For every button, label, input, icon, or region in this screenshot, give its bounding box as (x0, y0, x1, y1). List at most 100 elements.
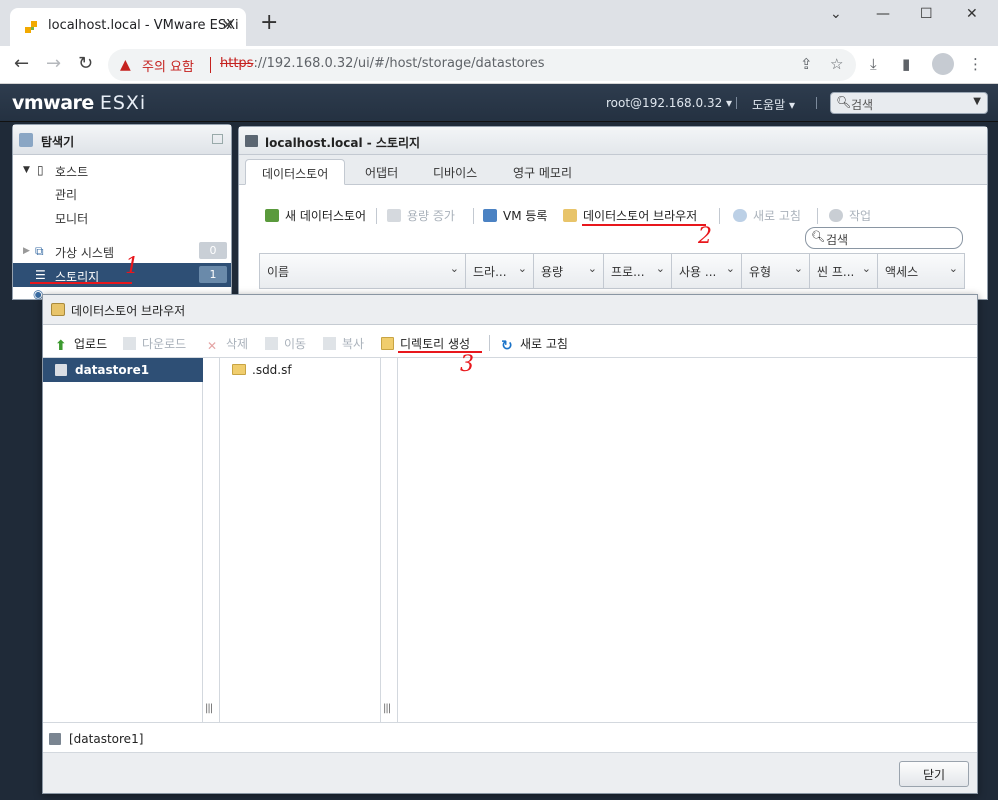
new-datastore-icon (265, 209, 279, 222)
side-panel-icon[interactable]: ▮ (902, 55, 910, 73)
upload-button[interactable]: ⬆ 업로드 (55, 335, 107, 354)
action-label: 용량 증가 (407, 209, 455, 223)
register-vm-button[interactable]: VM 등록 (483, 207, 547, 224)
tab-search-chevron-icon[interactable]: ⌄ (830, 6, 842, 22)
create-directory-button[interactable]: 디렉토리 생성 (381, 335, 470, 352)
address-bar[interactable]: ▲ 주의 요함 https://192.168.0.32/ui/#/host/s… (108, 49, 856, 81)
pane-resize-handle[interactable]: ||| (205, 703, 213, 714)
column-label: 액세스 (885, 265, 919, 279)
maximize-icon[interactable]: ☐ (920, 6, 933, 22)
column-free[interactable]: 사용 ... ⌄ (672, 254, 742, 288)
chevron-down-icon[interactable]: ⌄ (656, 262, 665, 275)
tab-devices[interactable]: 디바이스 (417, 159, 493, 185)
expand-arrow-icon[interactable]: ▶ (23, 246, 30, 256)
new-datastore-button[interactable]: 새 데이터스토어 (265, 207, 366, 224)
url-text[interactable]: https://192.168.0.32/ui/#/host/storage/d… (220, 56, 544, 71)
toolbar-label: 이동 (284, 337, 307, 351)
increase-capacity-icon (387, 209, 401, 222)
sidebar-item-virtual-machines[interactable]: ▶ ⧉ 가상 시스템 0 (13, 239, 231, 263)
window-close-icon[interactable]: ✕ (966, 6, 978, 22)
search-icon: 🔍︎ (811, 230, 825, 243)
column-drive-type[interactable]: 드라... ⌄ (466, 254, 534, 288)
action-label: 새 데이터스토어 (285, 209, 367, 223)
annotation-number-3: 3 (460, 352, 474, 377)
column-access[interactable]: 액세스 ⌄ (878, 254, 964, 288)
toolbar-label: 복사 (342, 337, 365, 351)
column-label: 드라... (473, 265, 507, 279)
dialog-refresh-button[interactable]: ↻ 새로 고침 (501, 335, 568, 354)
forward-icon[interactable]: → (46, 54, 61, 74)
annotation-underline-2 (582, 224, 706, 226)
browser-titlebar: localhost.local - VMware ESXi ✕ + ⌄ — ☐ … (0, 0, 998, 46)
browser-menu-icon[interactable]: ⋮ (968, 55, 983, 73)
tab-adapters[interactable]: 어댑터 (349, 159, 414, 185)
actions-button[interactable]: 작업 (829, 207, 871, 224)
datastore-icon (55, 364, 67, 376)
column-label: 용량 (541, 265, 564, 279)
toolbar-label: 디렉토리 생성 (400, 337, 471, 351)
column-capacity[interactable]: 용량 ⌄ (534, 254, 604, 288)
sidebar-item-monitor[interactable]: 모니터 (13, 205, 231, 229)
reload-icon[interactable]: ↻ (78, 54, 93, 74)
pane-resize-handle[interactable]: ||| (383, 703, 391, 714)
chevron-down-icon[interactable]: ⌄ (726, 262, 735, 275)
minimize-icon[interactable]: — (876, 6, 890, 22)
tab-persistent-memory[interactable]: 영구 메모리 (497, 159, 588, 185)
current-path: [datastore1] (69, 732, 144, 746)
column-thin-provisioning[interactable]: 씬 프... ⌄ (810, 254, 878, 288)
increase-capacity-button[interactable]: 용량 증가 (387, 207, 455, 224)
vm-icon: ⧉ (35, 244, 44, 258)
sidebar-item-host[interactable]: ▼ ▯ 호스트 (13, 158, 231, 182)
datastore-search-input[interactable]: 🔍︎ 검색 (805, 227, 963, 249)
column-provisioned[interactable]: 프로... ⌄ (604, 254, 672, 288)
user-menu[interactable]: root@192.168.0.32 ▾ (606, 96, 732, 110)
header-search-input[interactable]: 🔍︎ 검색 ▼ (830, 92, 988, 114)
chevron-down-icon[interactable]: ⌄ (588, 262, 597, 275)
minimize-panel-icon[interactable] (212, 134, 223, 144)
back-icon[interactable]: ← (14, 54, 29, 74)
tab-datastores[interactable]: 데이터스토어 (245, 159, 346, 185)
share-icon[interactable]: ⇪ (800, 55, 813, 73)
browser-tab[interactable]: localhost.local - VMware ESXi ✕ (10, 8, 246, 46)
navigator-header: 탐색기 (13, 125, 231, 155)
toolbar-label: 다운로드 (142, 337, 187, 351)
bookmark-star-icon[interactable]: ☆ (830, 55, 843, 73)
column-type[interactable]: 유형 ⌄ (742, 254, 810, 288)
column-name[interactable]: 이름 ⌄ (260, 254, 466, 288)
security-warning[interactable]: 주의 요함 (142, 56, 194, 75)
move-icon (265, 337, 278, 350)
folder-name: .sdd.sf (252, 363, 292, 377)
refresh-button[interactable]: 새로 고침 (733, 207, 801, 224)
delete-button[interactable]: ✕ 삭제 (207, 335, 248, 353)
chevron-down-icon[interactable]: ⌄ (518, 262, 527, 275)
close-button[interactable]: 닫기 (899, 761, 969, 787)
profile-avatar[interactable] (932, 53, 954, 75)
download-icon[interactable]: ⤓ (870, 55, 877, 73)
copy-button[interactable]: 복사 (323, 335, 364, 352)
datastore-list-item[interactable]: datastore1 (43, 358, 203, 382)
file-list-pane (397, 358, 975, 722)
chevron-down-icon[interactable]: ⌄ (794, 262, 803, 275)
chevron-down-icon[interactable]: ⌄ (450, 262, 459, 275)
sidebar-item-manage[interactable]: 관리 (13, 181, 231, 205)
download-icon (123, 337, 136, 350)
expand-arrow-icon[interactable]: ▼ (23, 165, 30, 175)
datastore-browser-button[interactable]: 데이터스토어 브라우저 (563, 207, 697, 224)
chevron-down-icon[interactable]: ⌄ (862, 262, 871, 275)
folder-list-item[interactable]: .sdd.sf (232, 363, 292, 377)
download-button[interactable]: 다운로드 (123, 335, 186, 352)
vmware-favicon-icon (25, 21, 37, 33)
chevron-down-icon[interactable]: ⌄ (949, 262, 958, 275)
action-separator (473, 208, 474, 224)
tab-title: localhost.local - VMware ESXi (48, 18, 239, 33)
move-button[interactable]: 이동 (265, 335, 306, 352)
help-menu[interactable]: 도움말 ▾ (752, 96, 795, 113)
dialog-title: 데이터스토어 브라우저 (71, 304, 186, 318)
datastore-icon (49, 733, 61, 745)
chevron-down-icon[interactable]: ▼ (973, 96, 981, 107)
chevron-down-icon: ▾ (788, 98, 795, 112)
warning-icon[interactable]: ▲ (120, 57, 131, 73)
new-tab-button[interactable]: + (260, 12, 278, 34)
help-label: 도움말 (752, 98, 786, 112)
tab-close-icon[interactable]: ✕ (221, 16, 234, 34)
